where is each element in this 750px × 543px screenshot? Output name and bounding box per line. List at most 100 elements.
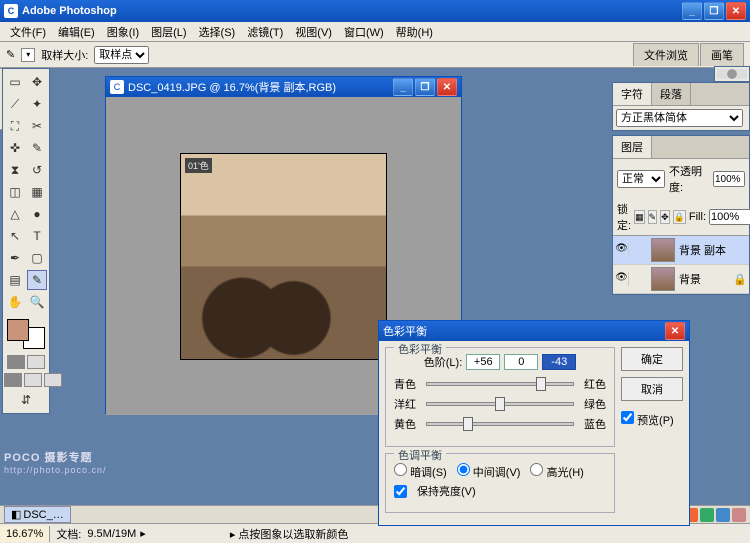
type-tool[interactable]: T — [27, 226, 47, 246]
menu-edit[interactable]: 编辑(E) — [52, 22, 101, 42]
menu-file[interactable]: 文件(F) — [4, 22, 52, 42]
pen-tool[interactable]: ✒ — [5, 248, 25, 268]
eraser-tool[interactable]: ◫ — [5, 182, 25, 202]
yellow-blue-slider[interactable] — [426, 422, 574, 426]
preview-checkbox[interactable]: 预览(P) — [621, 411, 683, 428]
tool-preset-dropdown[interactable]: ▾ — [21, 48, 35, 62]
lock-paint-icon[interactable]: ✎ — [648, 210, 658, 224]
tray-icon-3[interactable] — [716, 508, 730, 522]
shape-tool[interactable]: ▢ — [27, 248, 47, 268]
tray-icon-2[interactable] — [700, 508, 714, 522]
menu-image[interactable]: 图象(I) — [101, 22, 145, 42]
gradient-tool[interactable]: ▦ — [27, 182, 47, 202]
screen-full-menu-button[interactable] — [24, 373, 42, 387]
layer-thumbnail — [651, 238, 675, 262]
history-brush-tool[interactable]: ↺ — [27, 160, 47, 180]
notes-tool[interactable]: ▤ — [5, 270, 25, 290]
brush-tool[interactable]: ✎ — [27, 138, 47, 158]
tab-layers[interactable]: 图层 — [613, 136, 652, 158]
hand-tool[interactable]: ✋ — [5, 292, 25, 312]
lock-trans-icon[interactable]: ▦ — [634, 210, 645, 224]
blend-mode-select[interactable]: 正常 — [617, 170, 665, 188]
wand-tool[interactable]: ✦ — [27, 94, 47, 114]
close-button[interactable]: ✕ — [726, 2, 746, 20]
layer-row[interactable]: 👁 背景 🔒 — [613, 265, 749, 294]
menu-select[interactable]: 选择(S) — [193, 22, 242, 42]
dodge-tool[interactable]: ● — [27, 204, 47, 224]
tray-icon-4[interactable] — [732, 508, 746, 522]
quickmask-mode-button[interactable] — [27, 355, 45, 369]
green-label: 绿色 — [578, 396, 606, 412]
preserve-lum-checkbox[interactable]: 保持亮度(V) — [394, 483, 606, 499]
doc-title: DSC_0419.JPG @ 16.7%(背景 副本,RGB) — [128, 79, 336, 95]
cyan-red-slider[interactable] — [426, 382, 574, 386]
doc-task-icon: ◧ — [11, 508, 21, 521]
tab-character[interactable]: 字符 — [613, 83, 652, 105]
menu-layer[interactable]: 图层(L) — [145, 22, 192, 42]
chevron-right-icon[interactable]: ▸ — [136, 527, 150, 540]
eyedropper-tool[interactable]: ✎ — [27, 270, 47, 290]
dialog-close-button[interactable]: ✕ — [665, 322, 685, 340]
level-3-input[interactable] — [542, 354, 576, 370]
statusbar: 16.67% 文档: 9.5M/19M ▸ ▸ 点按图象以选取新颜色 — [0, 523, 750, 543]
zoom-level[interactable]: 16.67% — [0, 526, 50, 542]
screen-full-button[interactable] — [44, 373, 62, 387]
yellow-label: 黄色 — [394, 416, 422, 432]
tone-balance-group: 色调平衡 暗调(S) 中间调(V) 高光(H) 保持亮度(V) — [385, 453, 615, 513]
fill-input[interactable] — [709, 209, 750, 225]
color-balance-dialog: 色彩平衡 ✕ 色彩平衡 色阶(L): 青色 红色 — [378, 320, 690, 526]
stamp-tool[interactable]: ⧗ — [5, 160, 25, 180]
blur-tool[interactable]: △ — [5, 204, 25, 224]
standard-mode-button[interactable] — [7, 355, 25, 369]
midtones-radio[interactable]: 中间调(V) — [457, 463, 521, 480]
tab-paragraph[interactable]: 段落 — [652, 83, 691, 105]
eyedropper-icon: ✎ — [6, 48, 15, 61]
magenta-green-slider[interactable] — [426, 402, 574, 406]
visibility-icon[interactable]: 👁 — [615, 243, 629, 257]
cancel-button[interactable]: 取消 — [621, 377, 683, 401]
lock-pos-icon[interactable]: ✥ — [660, 210, 670, 224]
menu-window[interactable]: 窗口(W) — [338, 22, 390, 42]
layers-panel: 图层 正常 不透明度: 锁定: ▦ ✎ ✥ 🔒 Fill: 👁 — [612, 135, 750, 295]
ok-button[interactable]: 确定 — [621, 347, 683, 371]
heal-tool[interactable]: ✜ — [5, 138, 25, 158]
color-swatches[interactable] — [5, 317, 47, 351]
path-tool[interactable]: ↖ — [5, 226, 25, 246]
sample-size-select[interactable]: 取样点 — [94, 46, 149, 64]
menu-filter[interactable]: 滤镜(T) — [241, 22, 289, 42]
shadows-radio[interactable]: 暗调(S) — [394, 463, 447, 480]
lock-all-icon[interactable]: 🔒 — [673, 210, 686, 224]
font-select[interactable]: 方正黑体简体 — [616, 109, 743, 127]
minimize-button[interactable]: _ — [682, 2, 702, 20]
menu-help[interactable]: 帮助(H) — [390, 22, 439, 42]
level-1-input[interactable] — [466, 354, 500, 370]
opacity-input[interactable] — [713, 171, 745, 187]
layer-row[interactable]: 👁 背景 副本 — [613, 236, 749, 265]
lasso-tool[interactable]: ⟋ — [5, 94, 25, 114]
highlights-radio[interactable]: 高光(H) — [530, 463, 583, 480]
red-label: 红色 — [578, 376, 606, 392]
doc-minimize-button[interactable]: _ — [393, 78, 413, 96]
tab-file-browser[interactable]: 文件浏览 — [633, 43, 699, 66]
maximize-button[interactable]: ❐ — [704, 2, 724, 20]
marquee-tool[interactable]: ▭ — [5, 72, 25, 92]
visibility-icon[interactable]: 👁 — [615, 272, 629, 286]
character-panel: 字符 段落 方正黑体简体 — [612, 82, 750, 131]
menubar: 文件(F) 编辑(E) 图象(I) 图层(L) 选择(S) 滤镜(T) 视图(V… — [0, 22, 750, 42]
menu-view[interactable]: 视图(V) — [289, 22, 338, 42]
navigator-thumb[interactable] — [714, 66, 750, 82]
move-tool[interactable]: ✥ — [27, 72, 47, 92]
level-2-input[interactable] — [504, 354, 538, 370]
jump-imageready-button[interactable]: ⇵ — [5, 390, 47, 410]
tab-brushes[interactable]: 画笔 — [700, 43, 744, 66]
layer-name: 背景 副本 — [679, 242, 726, 258]
zoom-tool[interactable]: 🔍 — [27, 292, 47, 312]
screen-standard-button[interactable] — [4, 373, 22, 387]
doc-maximize-button[interactable]: ❐ — [415, 78, 435, 96]
doc-task-item[interactable]: ◧ DSC_… — [4, 506, 71, 523]
foreground-swatch[interactable] — [7, 319, 29, 341]
doc-close-button[interactable]: ✕ — [437, 78, 457, 96]
crop-tool[interactable]: ⛶ — [5, 116, 25, 136]
toolbox: ▭ ✥ ⟋ ✦ ⛶ ✂ ✜ ✎ ⧗ ↺ ◫ ▦ △ ● ↖ T ✒ ▢ ▤ ✎ … — [2, 68, 50, 414]
slice-tool[interactable]: ✂ — [27, 116, 47, 136]
